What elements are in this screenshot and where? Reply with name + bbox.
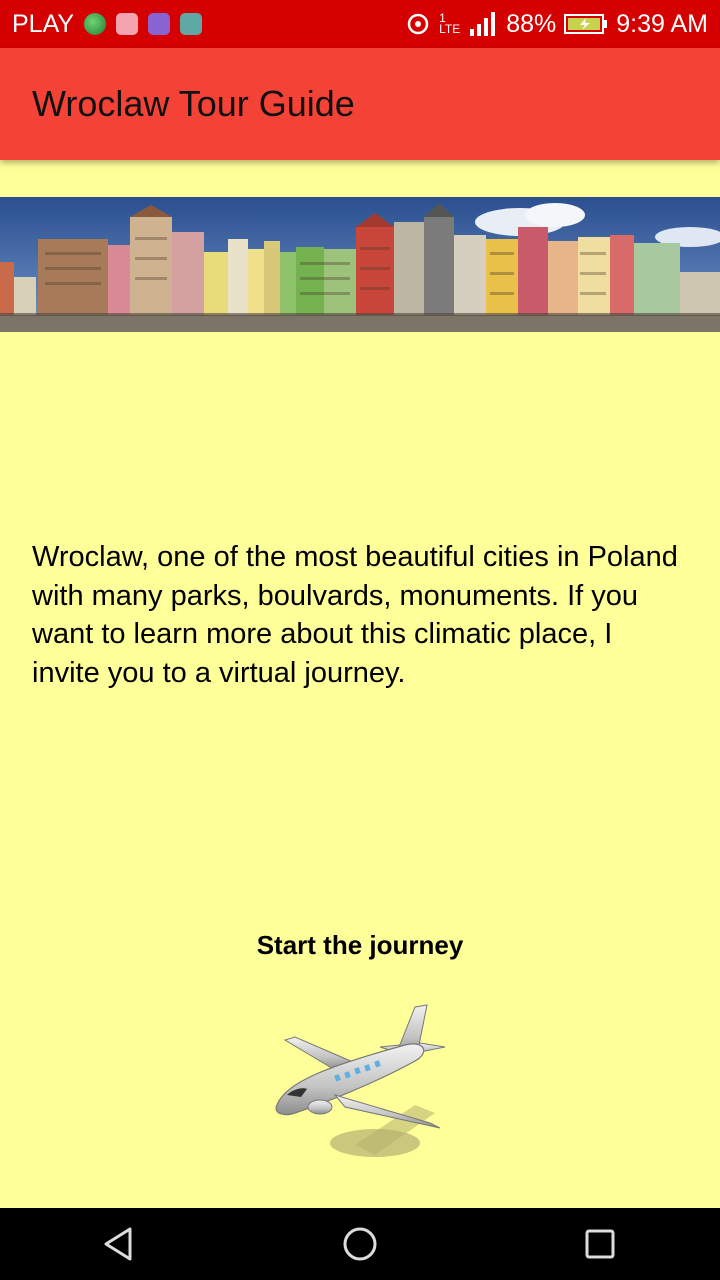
home-button[interactable] (330, 1214, 390, 1274)
android-icon (180, 13, 203, 35)
city-description: Wroclaw, one of the most beautiful citie… (32, 541, 678, 689)
navigation-bar (0, 1208, 720, 1280)
airplane-icon[interactable] (265, 995, 455, 1170)
app-title: Wroclaw Tour Guide (32, 83, 355, 124)
carrier-label: PLAY (12, 9, 75, 38)
signal-icon (470, 12, 496, 36)
banner-image (0, 197, 720, 332)
recents-icon (585, 1229, 615, 1259)
battery-percent: 88% (506, 9, 557, 38)
network-indicator: 1 LTE (439, 12, 461, 36)
home-icon (343, 1227, 377, 1261)
mail-icon (116, 13, 139, 35)
network-type: LTE (439, 22, 461, 36)
back-button[interactable] (90, 1214, 150, 1274)
status-bar: PLAY 1 LTE 88% 9:39 AM (0, 0, 720, 48)
hotspot-icon (407, 13, 429, 35)
start-journey-label: Start the journey (256, 930, 464, 960)
globe-icon (84, 13, 107, 35)
recents-button[interactable] (570, 1214, 630, 1274)
battery-icon (564, 14, 608, 34)
sync-app-icon (148, 13, 171, 35)
back-icon (104, 1227, 132, 1261)
clock: 9:39 AM (616, 9, 708, 38)
app-bar: Wroclaw Tour Guide (0, 48, 720, 160)
